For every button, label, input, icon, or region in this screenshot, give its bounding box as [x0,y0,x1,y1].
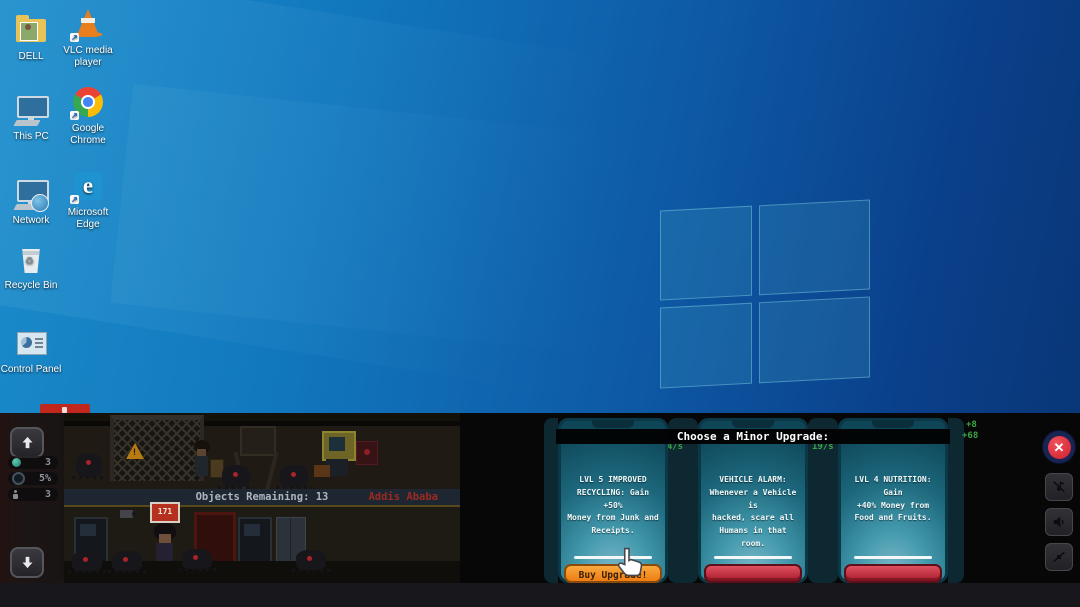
edge-icon: e↗ [70,170,106,204]
buy-upgrade-button-disabled[interactable] [844,564,942,583]
floor-down-button[interactable] [10,547,44,578]
upgrade-description: LVL 4 NUTRITION: Gain +40% Money from Fo… [841,474,945,525]
warning-sign [126,443,144,459]
close-dialog-button[interactable]: ✕ [1043,431,1075,463]
red-machine [356,441,378,465]
icon-label: Google Chrome [55,123,121,146]
desktop-icon-control-panel[interactable]: Control Panel [0,327,64,376]
desktop-icon-chrome[interactable]: ↗ Google Chrome [55,86,121,146]
person-icon [12,490,21,499]
money-gain-bottom: +68 [962,431,978,441]
windows-logo-pane [660,206,752,301]
orb-icon [12,458,21,467]
location-label: Addis Ababa [368,491,438,503]
player-face [159,534,171,543]
card-notch [732,420,774,428]
stat-row-orb: 3 [8,456,58,469]
icon-label: Control Panel [0,364,64,376]
sound-button[interactable] [1045,508,1073,536]
taskbar [0,583,1080,607]
windows-logo-wallpaper [660,199,870,388]
music-off-button[interactable] [1045,473,1073,501]
windows-logo-pane [759,199,870,295]
money-gain-top: +8 [966,420,977,430]
vlc-cone-icon: ↗ [70,8,106,42]
computer-icon [13,94,49,128]
windows-logo-pane [660,303,752,389]
icon-label: Microsoft Edge [55,207,121,230]
spider-robot [280,465,308,487]
icon-label: VLC media player [55,45,121,68]
card-notch [872,420,914,428]
dialog-title: Choose a Minor Upgrade: [556,429,950,444]
progress-line [854,556,932,559]
arrow-down-icon [20,555,35,570]
desktop-icon-edge[interactable]: e↗ Microsoft Edge [55,170,121,230]
crate [314,465,330,477]
objects-remaining-text: Objects Remaining: 13 [196,491,329,503]
stat-value: 3 [45,489,51,500]
speaker-icon [1051,514,1067,530]
vending-machine [238,517,272,565]
spider-robot [182,549,212,569]
buy-upgrade-button-disabled[interactable] [704,564,802,583]
mouse-cursor [612,545,646,579]
network-icon [13,178,49,212]
floor-up-button[interactable] [10,427,44,458]
spider-robot [72,551,102,571]
chrome-icon: ↗ [70,86,106,120]
spider-robot [112,551,142,571]
arrow-up-icon [20,435,35,450]
desktop-icon-recycle-bin[interactable]: Recycle Bin [0,243,64,292]
stat-row-person: 3 [8,488,58,501]
windows-logo-pane [759,297,870,383]
security-camera [120,510,133,518]
spider-robot [222,465,250,487]
music-off-icon [1051,479,1067,495]
clock-icon [12,472,25,485]
room-number-sign: 171 [150,502,180,523]
card-notch [592,420,634,428]
stat-value: 3 [45,457,51,468]
sfx-off-icon [1051,549,1067,565]
stat-value: 5% [39,473,51,484]
game-scene: Objects Remaining: 13 Addis Ababa 171 [64,413,460,583]
hand-cursor-icon [612,545,646,579]
chainlink-fence [110,415,204,481]
stat-row-clock: 5% [8,472,58,485]
folder-icon [13,14,49,48]
upgrade-description: VEHICLE ALARM: Whenever a Vehicle is hac… [701,474,805,551]
sfx-off-button[interactable] [1045,543,1073,571]
chip-robot-head [322,431,356,461]
spider-robot [76,453,102,477]
recycle-bin-icon [13,243,49,277]
npc-face [197,449,206,456]
icon-label: Recycle Bin [0,280,64,292]
desktop-icon-vlc[interactable]: ↗ VLC media player [55,8,121,68]
spider-robot [296,550,326,570]
control-panel-icon [13,327,49,361]
progress-line [714,556,792,559]
desktop-screen: DELL ↗ VLC media player This PC ↗ Google… [0,0,1080,607]
close-icon: ✕ [1048,436,1071,459]
background-phone-edge [948,418,964,583]
upgrade-description: LVL 5 IMPROVED RECYCLING: Gain +50% Mone… [561,474,665,538]
npc-body [195,456,208,476]
